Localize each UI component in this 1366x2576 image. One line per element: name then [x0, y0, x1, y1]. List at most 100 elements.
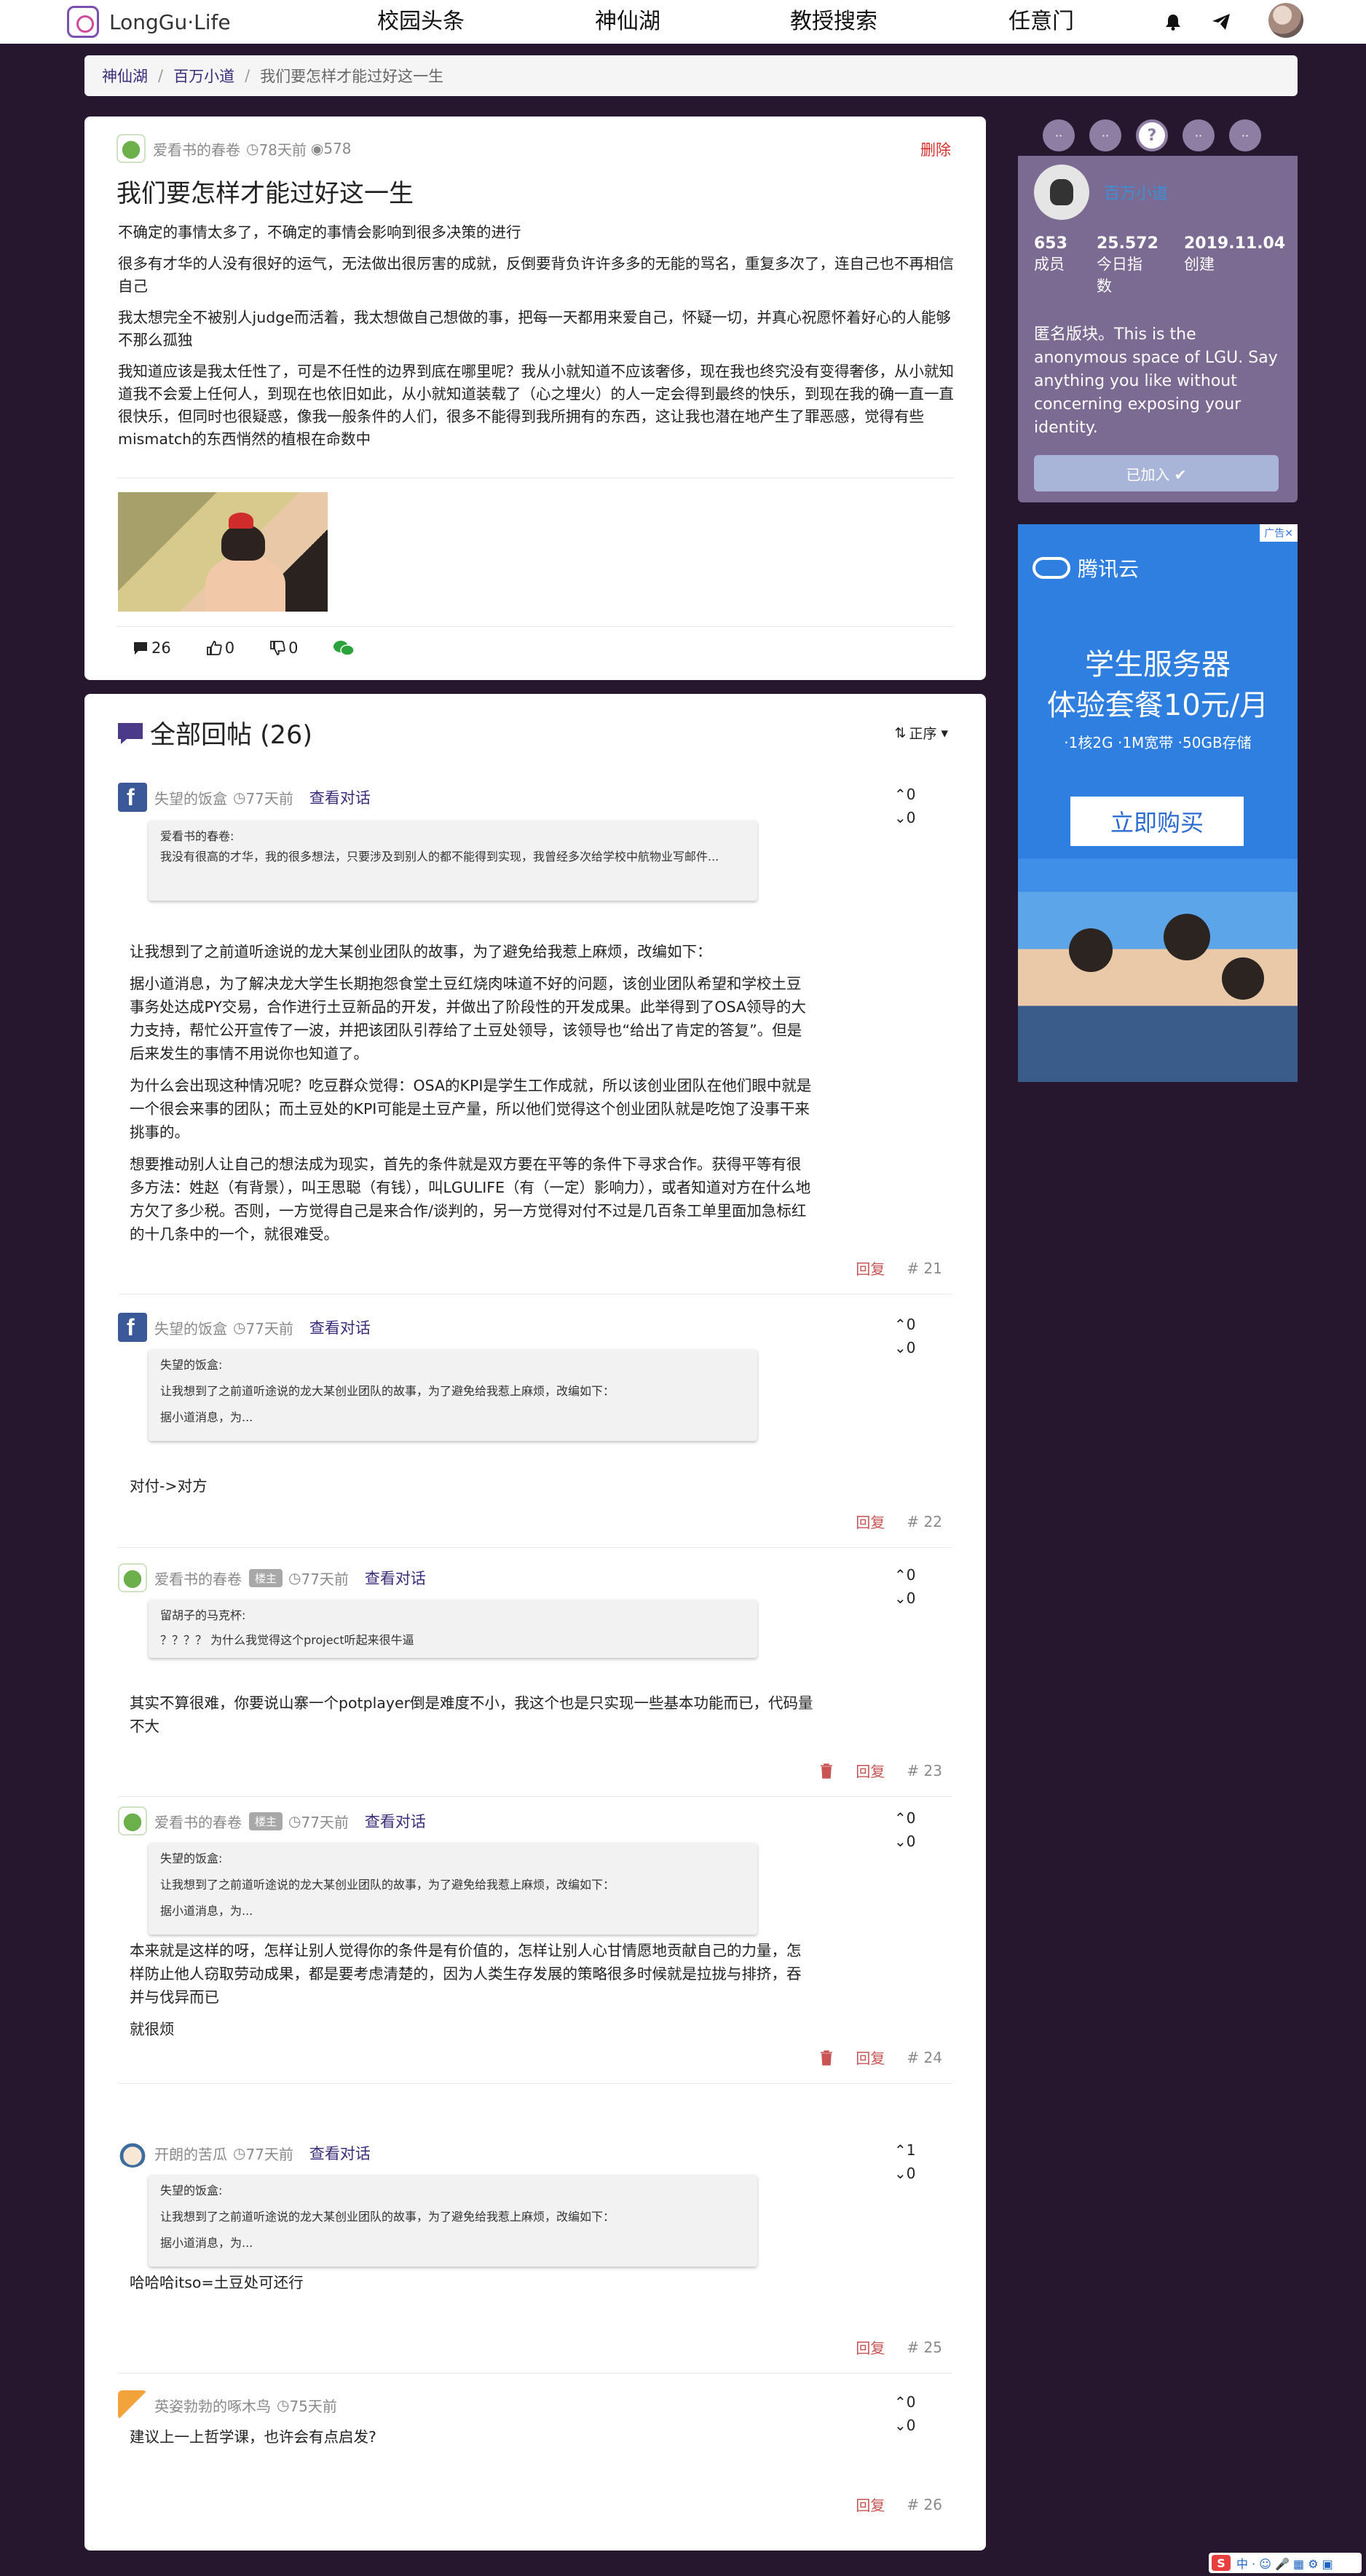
board-dot-active[interactable]: ?: [1136, 119, 1168, 151]
reply-avatar[interactable]: [118, 2390, 147, 2419]
ad-close-tag[interactable]: 广告✕: [1260, 524, 1298, 542]
post-time: 78天前: [258, 141, 307, 159]
comments-icon: [118, 722, 143, 744]
dislike-button[interactable]: 0: [269, 639, 298, 657]
view-thread-link[interactable]: 查看对话: [309, 1316, 371, 1338]
board-dot[interactable]: ··: [1043, 119, 1075, 151]
clock-icon: ◷: [277, 2396, 290, 2414]
reply-button[interactable]: 回复: [856, 2336, 885, 2358]
board-dot[interactable]: ··: [1183, 119, 1215, 151]
reply-author[interactable]: 失望的饭盒: [154, 1317, 227, 1338]
up-arrow-icon: ⌃: [894, 1316, 907, 1333]
quote-text: 据小道消息，为...: [160, 2236, 253, 2250]
nav-item-lake[interactable]: 神仙湖: [595, 0, 660, 44]
downvote-button[interactable]: ⌄0: [894, 1830, 923, 1853]
vote-box: ⌃0 ⌄0: [894, 2390, 923, 2437]
reply-avatar[interactable]: [118, 2138, 147, 2168]
nav-item-anywhere-door[interactable]: 任意门: [1008, 0, 1074, 44]
upvote-button[interactable]: ⌃0: [894, 1313, 923, 1336]
down-arrow-icon: ⌄: [894, 2417, 907, 2434]
paper-plane-icon[interactable]: [1212, 13, 1231, 31]
upvote-button[interactable]: ⌃0: [894, 2390, 923, 2414]
reply-avatar[interactable]: [118, 1563, 147, 1592]
post-paragraph: 不确定的事情太多了，不确定的事情会影响到很多决策的进行: [118, 224, 521, 241]
upvote-button[interactable]: ⌃0: [894, 783, 923, 806]
reply-paragraph: 据小道消息，为了解决龙大学生长期抱怨食堂土豆红烧肉味道不好的问题，该创业团队希望…: [130, 975, 806, 1062]
wechat-share-button[interactable]: [333, 639, 358, 657]
breadcrumb-board[interactable]: 百万小道: [173, 65, 234, 87]
clock-icon: ◷: [233, 1319, 246, 1336]
nav-item-news[interactable]: 校园头条: [377, 0, 465, 44]
downvote-button[interactable]: ⌄0: [894, 2414, 923, 2437]
reply-button[interactable]: 回复: [856, 1511, 885, 1532]
reply-item: 失望的饭盒 ◷ 77天前 查看对话 ⌃0 ⌄0 失望的饭盒: 让我想到了之前道听…: [118, 1313, 952, 1560]
view-thread-link[interactable]: 查看对话: [365, 1567, 426, 1589]
reply-author[interactable]: 英姿勃勃的啄木鸟: [154, 2395, 271, 2416]
author-avatar[interactable]: [117, 134, 146, 163]
reply-avatar[interactable]: [118, 783, 147, 812]
delete-button[interactable]: 删除: [920, 138, 951, 160]
joined-button[interactable]: 已加入 ✔: [1034, 455, 1279, 491]
post-views: 578: [323, 140, 352, 157]
reply-time: 77天前: [245, 2145, 293, 2163]
reply-meta: 英姿勃勃的啄木鸟 ◷ 75天前: [118, 2390, 337, 2419]
reply-avatar[interactable]: [118, 1806, 147, 1836]
floor-number: # 25: [907, 2338, 942, 2356]
post-image[interactable]: [118, 492, 328, 612]
reply-item: 开朗的苦瓜 ◷ 77天前 查看对话 ⌃1 ⌄0 失望的饭盒: 让我想到了之前道听…: [118, 2138, 952, 2386]
downvote-button[interactable]: ⌄0: [894, 806, 923, 829]
view-thread-link[interactable]: 查看对话: [365, 1810, 426, 1832]
post-stats: 26 0 0: [133, 639, 392, 657]
downvote-button[interactable]: ⌄0: [894, 1336, 923, 1359]
breadcrumb-lake[interactable]: 神仙湖: [102, 65, 148, 87]
comment-count[interactable]: 26: [133, 639, 171, 657]
quote-author: 失望的饭盒:: [160, 1358, 223, 1372]
thumbs-up-icon: [206, 641, 222, 655]
board-dot[interactable]: ··: [1089, 119, 1121, 151]
reply-button[interactable]: 回复: [856, 2494, 885, 2515]
reply-button[interactable]: 回复: [856, 1257, 885, 1279]
reply-text: 建议上一上哲学课，也许会有点启发?: [130, 2425, 814, 2457]
advertisement[interactable]: 广告✕ 腾讯云 学生服务器 体验套餐10元/月 ·1核2G ·1M宽带 ·50G…: [1018, 524, 1298, 1082]
board-dot[interactable]: ··: [1229, 119, 1261, 151]
sort-dropdown[interactable]: ⇅ 正序 ▾: [895, 723, 948, 743]
downvote-button[interactable]: ⌄0: [894, 1587, 923, 1610]
upvote-button[interactable]: ⌃0: [894, 1806, 923, 1830]
reply-button[interactable]: 回复: [856, 2047, 885, 2068]
brand[interactable]: LongGu·Life: [67, 4, 231, 39]
board-name[interactable]: 百万小道: [1104, 181, 1168, 204]
reply-meta: 爱看书的春卷 楼主 ◷ 77天前 查看对话: [118, 1806, 426, 1836]
view-thread-link[interactable]: 查看对话: [309, 786, 371, 808]
dislike-count: 0: [288, 639, 299, 657]
clock-icon: ◷: [233, 789, 246, 806]
reply-button[interactable]: 回复: [856, 1760, 885, 1781]
up-arrow-icon: ⌃: [894, 2393, 907, 2411]
reply-author[interactable]: 爱看书的春卷: [154, 1811, 242, 1832]
upvote-button[interactable]: ⌃1: [894, 2138, 923, 2162]
quote-text: 让我想到了之前道听途说的龙大某创业团队的故事，为了避免给我惹上麻烦，改编如下：: [160, 2210, 615, 2224]
view-thread-link[interactable]: 查看对话: [309, 2142, 371, 2164]
input-method-toolbar[interactable]: S 中 · ☺ 🎤 ▦ ⚙ ▣: [1209, 2553, 1362, 2573]
bell-icon[interactable]: [1165, 13, 1181, 31]
upvote-button[interactable]: ⌃0: [894, 1563, 923, 1587]
reply-avatar[interactable]: [118, 1313, 147, 1342]
quote-text: 据小道消息，为...: [160, 1904, 253, 1918]
reply-author[interactable]: 失望的饭盒: [154, 787, 227, 808]
reply-meta: 爱看书的春卷 楼主 ◷ 77天前 查看对话: [118, 1563, 426, 1592]
reply-time: 77天前: [245, 789, 293, 807]
sogou-icon: S: [1212, 2555, 1231, 2571]
reply-author[interactable]: 爱看书的春卷: [154, 1568, 242, 1589]
like-button[interactable]: 0: [206, 639, 234, 657]
reply-author[interactable]: 开朗的苦瓜: [154, 2143, 227, 2164]
user-avatar[interactable]: [1268, 3, 1303, 38]
downvote-count: 0: [906, 809, 916, 826]
nav-item-professor-search[interactable]: 教授搜索: [790, 0, 877, 44]
ad-buy-button[interactable]: 立即购买: [1070, 797, 1244, 846]
trash-icon[interactable]: [819, 1763, 834, 1779]
author-name[interactable]: 爱看书的春卷: [153, 138, 240, 159]
post-paragraph: 我太想完全不被别人judge而活着，我太想做自己想做的事，把每一天都用来爱自己，…: [118, 309, 951, 349]
upvote-count: 0: [906, 2393, 916, 2411]
downvote-button[interactable]: ⌄0: [894, 2162, 923, 2185]
reply-paragraph: 对付->对方: [130, 1477, 208, 1495]
trash-icon[interactable]: [819, 2050, 834, 2066]
